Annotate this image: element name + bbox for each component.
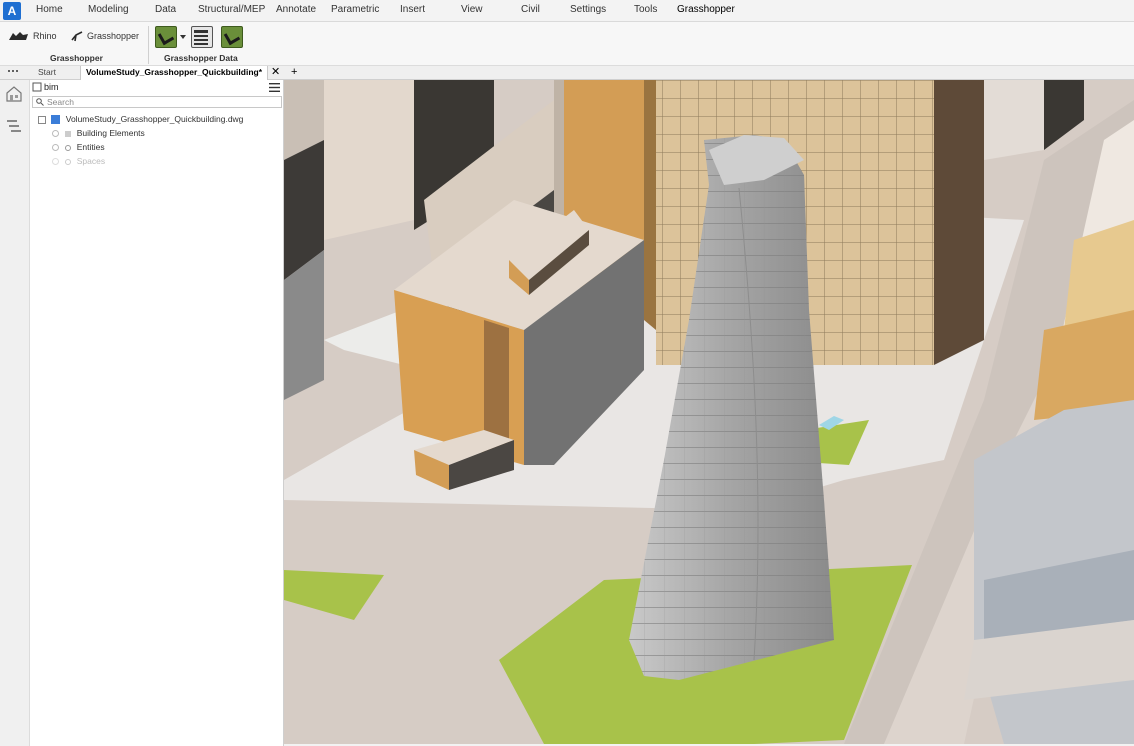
close-tab-icon[interactable]: ✕ bbox=[266, 66, 285, 80]
tab-start[interactable]: Start bbox=[33, 66, 61, 80]
tree-spaces-label: Spaces bbox=[76, 156, 106, 166]
ribbon: Rhino Grasshopper Grasshopper Grasshoppe… bbox=[0, 22, 1134, 66]
building-block bbox=[324, 80, 414, 240]
orange-tower-side bbox=[644, 80, 656, 330]
visibility-toggle-icon[interactable] bbox=[52, 158, 59, 166]
hamburger-menu-icon[interactable] bbox=[269, 83, 280, 92]
tree-item-entities[interactable]: Entities bbox=[52, 142, 105, 152]
visibility-toggle-icon[interactable] bbox=[52, 130, 59, 138]
menu-parametric[interactable]: Parametric bbox=[331, 4, 379, 15]
layers-icon[interactable] bbox=[5, 118, 23, 136]
app-logo-icon[interactable]: A bbox=[3, 2, 21, 20]
model-scene bbox=[284, 80, 1134, 744]
menu-bar: A Home Modeling Data Structural/MEP Anno… bbox=[0, 0, 1134, 22]
menu-annotate[interactable]: Annotate bbox=[276, 4, 316, 15]
menu-tools[interactable]: Tools bbox=[634, 4, 657, 15]
building-block bbox=[984, 80, 1044, 160]
tree-item-building-elements[interactable]: Building Elements bbox=[52, 128, 145, 138]
grid-building-side bbox=[934, 80, 984, 365]
rhino-button[interactable]: Rhino bbox=[8, 30, 57, 42]
search-icon bbox=[36, 98, 44, 106]
bim-header: bim bbox=[30, 80, 284, 94]
menu-settings[interactable]: Settings bbox=[570, 4, 606, 15]
group-label-grasshopper: Grasshopper bbox=[50, 53, 103, 63]
gh-data-table-icon[interactable] bbox=[191, 26, 213, 48]
menu-grasshopper[interactable]: Grasshopper bbox=[677, 4, 735, 15]
tree-item-file[interactable]: VolumeStudy_Grasshopper_Quickbuilding.dw… bbox=[38, 114, 244, 125]
tree-building-elements-label: Building Elements bbox=[76, 128, 145, 138]
gh-bake-icon[interactable] bbox=[221, 26, 243, 48]
menu-modeling[interactable]: Modeling bbox=[88, 4, 129, 15]
more-icon[interactable] bbox=[7, 69, 19, 73]
grasshopper-button[interactable]: Grasshopper bbox=[70, 30, 139, 42]
document-tab-bar: Start VolumeStudy_Grasshopper_Quickbuild… bbox=[0, 66, 1134, 80]
menu-structural-mep[interactable]: Structural/MEP bbox=[198, 4, 265, 15]
tree-item-spaces[interactable]: Spaces bbox=[52, 156, 105, 166]
tree-file-label: VolumeStudy_Grasshopper_Quickbuilding.dw… bbox=[65, 114, 244, 124]
add-tab-button[interactable]: + bbox=[286, 66, 302, 80]
gh-component-icon[interactable] bbox=[155, 26, 177, 48]
search-placeholder: Search bbox=[47, 97, 74, 107]
menu-insert[interactable]: Insert bbox=[400, 4, 425, 15]
dwg-file-icon bbox=[51, 115, 61, 125]
expand-toggle-icon[interactable] bbox=[38, 115, 46, 124]
menu-civil[interactable]: Civil bbox=[521, 4, 540, 15]
bim-label: bim bbox=[44, 82, 59, 92]
bim-icon bbox=[32, 82, 42, 92]
tree-entities-label: Entities bbox=[76, 142, 105, 152]
building-icon[interactable] bbox=[5, 86, 23, 102]
group-label-grasshopper-data: Grasshopper Data bbox=[164, 53, 238, 63]
category-icon bbox=[65, 144, 72, 151]
3d-viewport[interactable] bbox=[284, 80, 1134, 744]
search-input[interactable]: Search bbox=[32, 96, 282, 108]
menu-home[interactable]: Home bbox=[36, 4, 63, 15]
category-icon bbox=[65, 158, 72, 165]
rhino-label: Rhino bbox=[33, 31, 57, 41]
menu-view[interactable]: View bbox=[461, 4, 483, 15]
menu-data[interactable]: Data bbox=[155, 4, 176, 15]
visibility-toggle-icon[interactable] bbox=[52, 144, 59, 152]
bim-panel: bim Search VolumeStudy_Grasshopper_Quick… bbox=[30, 80, 284, 746]
chevron-down-icon[interactable] bbox=[180, 35, 186, 39]
rhino-icon bbox=[9, 32, 28, 40]
grasshopper-icon bbox=[71, 31, 83, 42]
ribbon-separator bbox=[148, 26, 149, 64]
category-icon bbox=[65, 130, 72, 137]
grasshopper-label: Grasshopper bbox=[87, 31, 140, 41]
left-tool-strip bbox=[0, 80, 30, 746]
tab-document[interactable]: VolumeStudy_Grasshopper_Quickbuilding* bbox=[80, 66, 269, 80]
